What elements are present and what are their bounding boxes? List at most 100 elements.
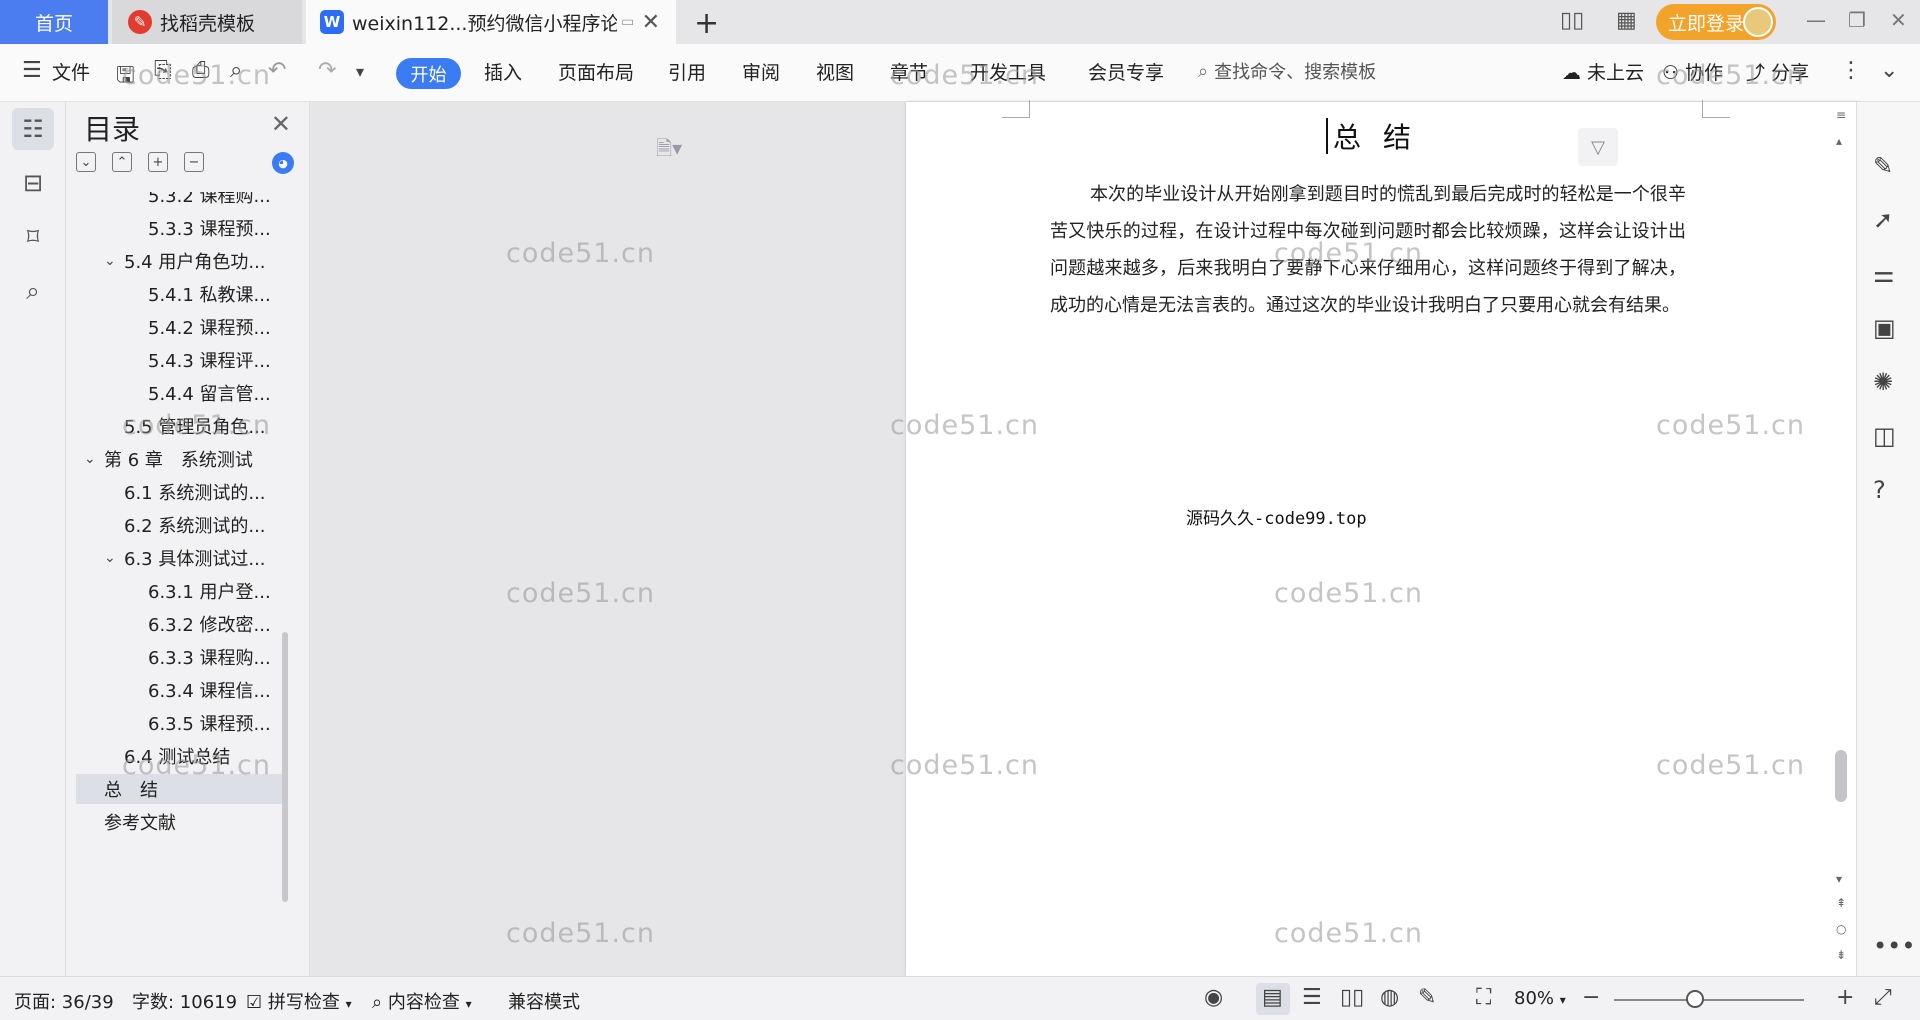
toc-item[interactable]: ⌄ 第 6 章 系统测试: [66, 444, 286, 474]
login-button[interactable]: 立即登录: [1656, 4, 1776, 40]
save-icon[interactable]: 🖫: [116, 58, 135, 96]
pen-icon[interactable]: ✎: [1873, 152, 1893, 180]
reading-icon[interactable]: ◫: [1873, 422, 1896, 450]
undo-icon[interactable]: ↶: [268, 58, 286, 83]
tab-document[interactable]: W weixin112...预约微信小程序论文 ▭ ✕: [306, 0, 676, 44]
toc-close-icon[interactable]: ✕: [271, 110, 291, 138]
chevron-down-icon[interactable]: ⌄: [104, 253, 124, 269]
collaborate-button[interactable]: ⚇ 协作: [1662, 58, 1723, 85]
tab-chapter[interactable]: 章节: [890, 58, 928, 85]
reading-view-icon[interactable]: ▯▯: [1340, 985, 1364, 1010]
web-view-icon[interactable]: ◍: [1380, 985, 1399, 1010]
select-browse-icon[interactable]: ○: [1836, 922, 1846, 936]
filter-panel-icon[interactable]: ▽: [1578, 128, 1618, 166]
toc-item[interactable]: 5.5 管理员角色...: [66, 411, 286, 441]
prev-page-icon[interactable]: ⇞: [1836, 896, 1846, 910]
tab-insert[interactable]: 插入: [484, 58, 522, 85]
toc-item[interactable]: 总 结: [76, 774, 282, 804]
scroll-top-icon[interactable]: ≡: [1836, 108, 1846, 122]
cloud-status-button[interactable]: ☁ 未上云: [1562, 58, 1644, 85]
toc-item[interactable]: 6.1 系统测试的...: [66, 477, 286, 507]
tab-review[interactable]: 审阅: [742, 58, 780, 85]
pointer-icon[interactable]: ➚: [1873, 206, 1893, 234]
remove-heading-icon[interactable]: −: [184, 152, 204, 172]
toc-item[interactable]: 6.3.3 课程购...: [66, 642, 286, 672]
toc-scrollbar[interactable]: [282, 632, 288, 902]
scroll-up-icon[interactable]: ▴: [1836, 134, 1842, 148]
find-icon[interactable]: ⌕: [12, 270, 54, 312]
sliders-icon[interactable]: ⚌: [1873, 260, 1895, 288]
document-page[interactable]: 总结 本次的毕业设计从开始刚拿到题目时的慌乱到最后完成时的轻松是一个很辛苦又快乐…: [906, 100, 1860, 976]
image-tool-icon[interactable]: ▣: [1873, 314, 1896, 342]
tab-references[interactable]: 引用: [668, 58, 706, 85]
write-mode-icon[interactable]: ✎: [1418, 985, 1436, 1010]
scroll-down-icon[interactable]: ▾: [1836, 872, 1842, 886]
ai-toc-icon[interactable]: ◕: [272, 152, 294, 174]
tab-template[interactable]: ✎ 找稻壳模板: [112, 0, 302, 44]
tab-home[interactable]: 首页: [0, 0, 108, 44]
add-heading-icon[interactable]: +: [148, 152, 168, 172]
close-window-icon[interactable]: ✕: [1890, 8, 1907, 32]
toc-panel-icon[interactable]: ☷: [12, 108, 54, 150]
export-icon[interactable]: ⎘: [154, 58, 172, 83]
document-scrollbar-thumb[interactable]: [1835, 750, 1847, 802]
toc-item[interactable]: ⌄ 5.4 用户角色功...: [66, 246, 286, 276]
more-tools-icon[interactable]: •••: [1873, 932, 1915, 960]
toc-item[interactable]: 5.4.4 留言管...: [66, 378, 286, 408]
new-tab-icon[interactable]: +: [694, 6, 719, 41]
tab-page-layout[interactable]: 页面布局: [558, 58, 634, 85]
toc-item[interactable]: 5.3.2 课程购...: [66, 192, 286, 210]
tab-close-icon[interactable]: ✕: [642, 10, 660, 35]
collapse-ribbon-icon[interactable]: ⌄: [1880, 58, 1898, 83]
navigation-icon[interactable]: ⊟: [12, 162, 54, 204]
doc-assist-icon[interactable]: 🗎▾: [656, 134, 682, 168]
quick-access-dropdown-icon[interactable]: ▾: [356, 62, 364, 81]
print-preview-icon[interactable]: ⌕: [230, 58, 242, 83]
ai-assistant-icon[interactable]: ✺: [1873, 368, 1893, 396]
zoom-out-icon[interactable]: −: [1582, 985, 1600, 1010]
zoom-slider-track[interactable]: [1614, 999, 1804, 1001]
redo-icon[interactable]: ↷: [318, 58, 336, 83]
outline-view-icon[interactable]: ☰: [1302, 985, 1322, 1010]
print-icon[interactable]: ⎙: [192, 58, 210, 83]
toc-item[interactable]: 5.3.3 课程预...: [66, 213, 286, 243]
content-check-button[interactable]: ⌕ 内容检查 ▾: [372, 988, 472, 1014]
share-button[interactable]: ⤴ 分享: [1746, 58, 1809, 85]
toc-item[interactable]: 6.3.4 课程信...: [66, 675, 286, 705]
toc-item[interactable]: 5.4.2 课程预...: [66, 312, 286, 342]
toc-item[interactable]: 参考文献: [66, 807, 286, 837]
tab-developer[interactable]: 开发工具: [970, 58, 1046, 85]
toc-item[interactable]: 6.2 系统测试的...: [66, 510, 286, 540]
toc-item[interactable]: 5.4.1 私教课...: [66, 279, 286, 309]
command-search[interactable]: ⌕ 查找命令、搜索模板: [1198, 58, 1376, 84]
page-indicator[interactable]: 页面: 36/39: [14, 988, 114, 1014]
help-icon[interactable]: ?: [1873, 476, 1886, 504]
tab-start[interactable]: 开始: [396, 58, 461, 89]
zoom-in-icon[interactable]: +: [1836, 985, 1854, 1010]
bookmark-icon[interactable]: ⌑: [12, 216, 54, 258]
next-page-icon[interactable]: ⇟: [1836, 948, 1846, 962]
toc-item[interactable]: 6.3.5 课程预...: [66, 708, 286, 738]
restore-icon[interactable]: ❐: [1848, 8, 1866, 32]
tab-member[interactable]: 会员专享: [1088, 58, 1164, 85]
toc-item[interactable]: 6.3.1 用户登...: [66, 576, 286, 606]
chevron-down-icon[interactable]: ⌄: [104, 550, 124, 566]
minimize-icon[interactable]: —: [1806, 8, 1826, 32]
fullscreen-icon[interactable]: ⤢: [1874, 985, 1892, 1010]
collapse-all-icon[interactable]: ⌄: [76, 152, 96, 172]
expand-up-icon[interactable]: ⌃: [112, 152, 132, 172]
eye-protection-icon[interactable]: ◉: [1204, 985, 1223, 1010]
spell-check-button[interactable]: ☑ 拼写检查 ▾: [246, 988, 352, 1014]
layout-switch-icon[interactable]: ▯▯: [1560, 8, 1584, 33]
more-options-icon[interactable]: ⋮: [1840, 58, 1862, 83]
chevron-down-icon[interactable]: ⌄: [84, 451, 104, 467]
toc-item[interactable]: ⌄ 6.3 具体测试过...: [66, 543, 286, 573]
toc-item[interactable]: 5.4.3 课程评...: [66, 345, 286, 375]
zoom-slider-knob[interactable]: [1686, 990, 1704, 1008]
page-view-icon[interactable]: ▤: [1262, 985, 1283, 1010]
toc-item[interactable]: 6.3.2 修改密...: [66, 609, 286, 639]
tab-view[interactable]: 视图: [816, 58, 854, 85]
apps-grid-icon[interactable]: ▦: [1616, 8, 1637, 33]
zoom-level[interactable]: 80% ▾: [1514, 988, 1566, 1009]
word-count[interactable]: 字数: 10619: [132, 988, 237, 1014]
